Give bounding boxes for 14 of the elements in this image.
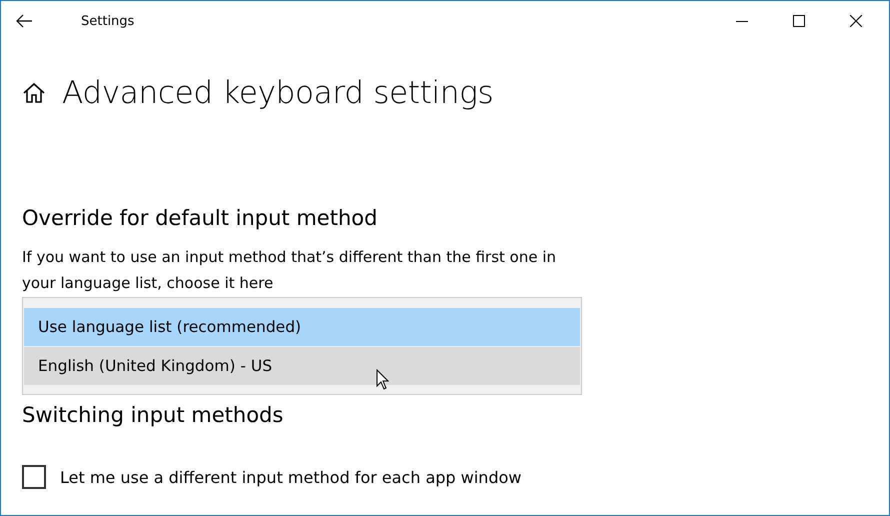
section-heading: Switching input methods xyxy=(22,403,284,427)
maximize-icon xyxy=(793,15,805,27)
description-text: If you want to use an input method that’s different than the first one in your language list, choose it here xyxy=(22,247,558,294)
checkbox[interactable] xyxy=(22,465,46,489)
close-icon xyxy=(850,15,862,27)
dropdown-option[interactable]: Use language list (recommended) xyxy=(24,308,580,346)
cursor-icon xyxy=(376,369,389,390)
minimize-icon xyxy=(736,20,748,22)
window-title: Settings xyxy=(81,14,136,28)
back-arrow-icon xyxy=(16,14,32,28)
section-heading: Override for default input method xyxy=(22,206,378,230)
checkbox-label: Let me use a different input method for each app window xyxy=(60,468,522,486)
home-icon[interactable] xyxy=(22,82,46,104)
page-title: Advanced keyboard settings xyxy=(62,75,494,111)
